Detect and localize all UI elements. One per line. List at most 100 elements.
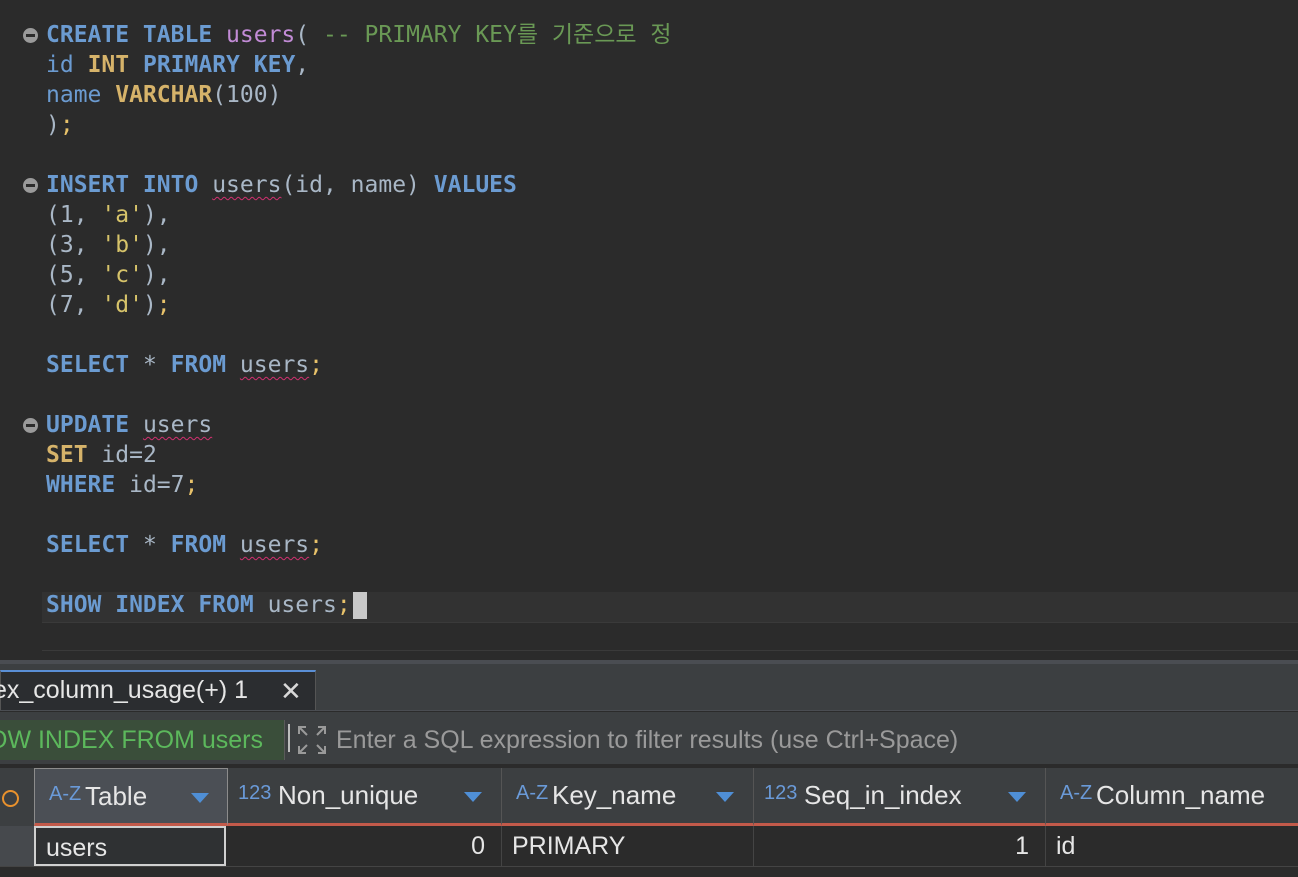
results-tab-bar: ex_column_usage(+) 1 ✕	[0, 664, 1298, 711]
column-name: name	[46, 82, 102, 108]
executed-query-text: OW INDEX FROM users	[0, 726, 264, 754]
table-name-unresolved: users	[142, 412, 213, 438]
comment: -- PRIMARY KEY를 기준으로 정	[323, 22, 672, 48]
table-cell[interactable]: id	[1046, 826, 1298, 866]
text-type-icon: A-Z	[516, 782, 549, 804]
text-cursor	[352, 592, 367, 619]
string-literal: 'd'	[101, 292, 143, 318]
column-header-column-name[interactable]: A-Z Column_name	[1046, 768, 1298, 826]
sql-editor[interactable]: CREATE TABLE users( -- PRIMARY KEY를 기준으로…	[0, 0, 1298, 660]
column-header-label: Table	[85, 781, 148, 811]
keyword: WHERE	[46, 472, 116, 498]
fold-collapse-icon[interactable]	[23, 28, 38, 43]
sort-arrow-icon[interactable]	[191, 793, 209, 803]
keyword: CREATE TABLE	[46, 22, 213, 48]
keyword: UPDATE	[46, 412, 130, 438]
keyword: FROM	[170, 352, 227, 378]
code-line-value: (5, 'c'),	[46, 260, 171, 290]
code-line-where: WHERE id=7;	[46, 470, 198, 500]
star: *	[142, 352, 157, 378]
column-name: id	[46, 52, 74, 78]
expression: id=2	[101, 442, 157, 468]
column-header-table[interactable]: A-Z Table	[34, 768, 228, 826]
results-tab[interactable]: ex_column_usage(+) 1 ✕	[0, 670, 316, 710]
number-type-icon: 123	[764, 782, 798, 804]
fold-collapse-icon[interactable]	[23, 178, 38, 193]
value-open: (5,	[46, 262, 102, 288]
table-name-unresolved: users	[212, 172, 282, 198]
value-open: (7,	[46, 292, 102, 318]
table-cell[interactable]: users	[34, 826, 226, 866]
close-icon[interactable]: ✕	[280, 678, 302, 704]
table-name: users	[267, 592, 337, 618]
text-type-icon: A-Z	[1060, 782, 1093, 804]
semicolon: ;	[156, 292, 171, 318]
grid-empty-area	[0, 866, 1298, 877]
column-header-label: Non_unique	[278, 780, 419, 810]
expand-icon[interactable]	[297, 725, 327, 755]
filter-bar: OW INDEX FROM users	[0, 712, 1298, 764]
keyword: SET	[46, 442, 88, 468]
keyword: SHOW INDEX FROM	[46, 592, 254, 618]
grid-header-row: A-Z Table 123 Non_unique A-Z Key_name 12…	[0, 768, 1298, 826]
number-type-icon: 123	[238, 782, 272, 804]
semicolon: ;	[309, 352, 324, 378]
sort-arrow-icon[interactable]	[464, 792, 482, 802]
code-line-show-index: SHOW INDEX FROM users;	[46, 590, 367, 620]
table-name: users	[226, 22, 296, 48]
star: *	[142, 532, 157, 558]
fold-collapse-icon[interactable]	[23, 418, 38, 433]
table-row[interactable]: users 0 PRIMARY 1 id	[0, 826, 1298, 866]
table-cell[interactable]: PRIMARY	[502, 826, 754, 866]
column-header-seq-in-index[interactable]: 123 Seq_in_index	[754, 768, 1046, 826]
type-size: (100)	[212, 82, 282, 108]
sort-arrow-icon[interactable]	[1008, 792, 1026, 802]
editor-divider	[42, 650, 1298, 651]
code-line-select: SELECT * FROM users;	[46, 350, 323, 380]
results-grid: A-Z Table 123 Non_unique A-Z Key_name 12…	[0, 764, 1298, 877]
value-close: ),	[142, 262, 171, 288]
code-line-value: (7, 'd');	[46, 290, 171, 320]
code-line-value: (3, 'b'),	[46, 230, 171, 260]
column-header-key-name[interactable]: A-Z Key_name	[502, 768, 754, 826]
column-header-non-unique[interactable]: 123 Non_unique	[228, 768, 502, 826]
paren: (	[295, 22, 310, 48]
code-line-col1: id INT PRIMARY KEY,	[46, 50, 309, 80]
filter-divider	[288, 724, 290, 752]
paren: )	[46, 112, 60, 138]
results-tab-label: ex_column_usage(+) 1	[0, 676, 249, 704]
code-line-set: SET id=2	[46, 440, 157, 470]
comma: ,	[295, 52, 310, 78]
semicolon: ;	[336, 592, 351, 618]
expression: id=7	[129, 472, 185, 498]
column-list: (id, name)	[281, 172, 420, 198]
semicolon: ;	[309, 532, 324, 558]
value-close: ),	[142, 232, 171, 258]
value-open: (1,	[46, 202, 102, 228]
value-close: )	[142, 292, 157, 318]
select-all-icon[interactable]	[2, 790, 19, 807]
string-literal: 'a'	[101, 202, 143, 228]
table-name-unresolved: users	[239, 532, 310, 558]
value-open: (3,	[46, 232, 102, 258]
keyword: SELECT	[46, 532, 130, 558]
keyword: PRIMARY KEY	[142, 52, 296, 78]
text-type-icon: A-Z	[49, 783, 82, 805]
table-cell[interactable]: 0	[228, 826, 502, 866]
code-line-create: CREATE TABLE users( -- PRIMARY KEY를 기준으로…	[46, 20, 672, 50]
row-number-cell[interactable]	[0, 826, 35, 866]
value-close: ),	[142, 202, 171, 228]
code-line-update: UPDATE users	[46, 410, 212, 440]
code-line-value: (1, 'a'),	[46, 200, 171, 230]
filter-input[interactable]	[336, 720, 1276, 760]
row-number-header[interactable]	[0, 768, 35, 826]
string-literal: 'b'	[101, 232, 143, 258]
keyword: INSERT INTO	[46, 172, 199, 198]
table-cell[interactable]: 1	[754, 826, 1046, 866]
semicolon: ;	[184, 472, 199, 498]
column-header-label: Seq_in_index	[804, 780, 962, 810]
column-header-label: Column_name	[1096, 780, 1266, 810]
executed-query-label: OW INDEX FROM users	[0, 720, 285, 760]
sort-arrow-icon[interactable]	[716, 792, 734, 802]
table-name-unresolved: users	[239, 352, 310, 378]
